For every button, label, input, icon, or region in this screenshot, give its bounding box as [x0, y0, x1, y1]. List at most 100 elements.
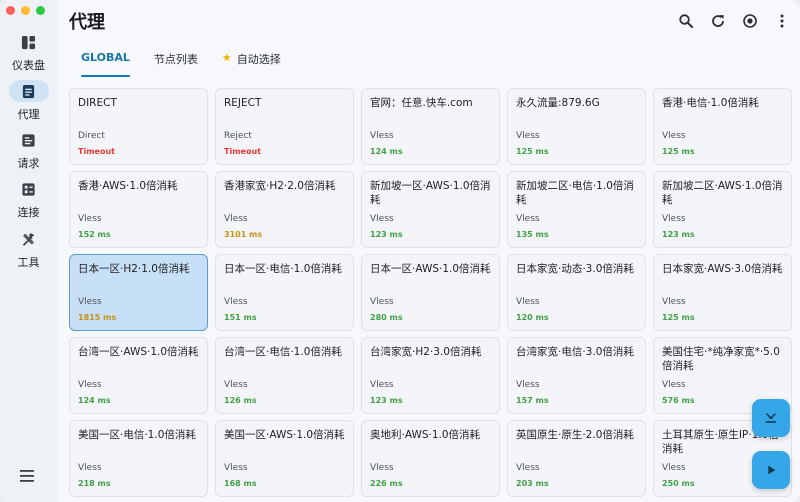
node-type: Vless	[516, 380, 540, 390]
sidebar: 仪表盘 代理 请求 连接 工具	[0, 0, 57, 502]
node-delay[interactable]: 157 ms	[516, 396, 549, 405]
more-button[interactable]	[771, 10, 792, 31]
sidebar-item-requests[interactable]: 请求	[0, 129, 57, 175]
node-delay[interactable]: 576 ms	[662, 396, 695, 405]
proxy-node-card[interactable]: 台湾一区·AWS·1.0倍消耗 Vless 124 ms	[69, 337, 208, 414]
node-type: Vless	[224, 214, 248, 224]
node-delay[interactable]: Timeout	[224, 147, 261, 156]
node-type: Vless	[516, 297, 540, 307]
proxy-node-card[interactable]: REJECT Reject Timeout	[215, 88, 354, 165]
proxy-node-card[interactable]: 新加坡二区·电信·1.0倍消耗 Vless 135 ms	[507, 171, 646, 248]
node-delay[interactable]: 152 ms	[78, 230, 111, 239]
node-delay[interactable]: 135 ms	[516, 230, 549, 239]
proxy-node-card[interactable]: 新加坡二区·AWS·1.0倍消耗 Vless 123 ms	[653, 171, 792, 248]
proxy-node-card[interactable]: 英国原生·原生·2.0倍消耗 Vless 203 ms	[507, 420, 646, 497]
locate-button[interactable]	[739, 10, 760, 31]
node-type: Vless	[78, 463, 102, 473]
start-button[interactable]	[752, 451, 790, 489]
play-icon	[768, 465, 776, 475]
node-name: 新加坡二区·AWS·1.0倍消耗	[662, 180, 783, 206]
node-delay[interactable]: 126 ms	[224, 396, 257, 405]
sidebar-item-label: 工具	[17, 256, 40, 269]
sidebar-item-proxy[interactable]: 代理	[0, 80, 57, 126]
sidebar-item-label: 请求	[17, 157, 40, 170]
node-delay[interactable]: 218 ms	[78, 479, 111, 488]
sidebar-item-dashboard[interactable]: 仪表盘	[0, 31, 57, 77]
collapse-button[interactable]	[752, 399, 790, 437]
proxy-node-card[interactable]: 永久流量:879.6G Vless 125 ms	[507, 88, 646, 165]
node-delay[interactable]: 123 ms	[662, 230, 695, 239]
menu-button[interactable]	[18, 468, 38, 484]
proxy-node-card[interactable]: 日本家宽·动态·3.0倍消耗 Vless 120 ms	[507, 254, 646, 331]
sidebar-item-label: 仪表盘	[12, 59, 45, 72]
node-type: Vless	[224, 463, 248, 473]
proxy-node-card[interactable]: 新加坡一区·AWS·1.0倍消耗 Vless 123 ms	[361, 171, 500, 248]
proxy-node-card[interactable]: 台湾家宽·H2·3.0倍消耗 Vless 123 ms	[361, 337, 500, 414]
tab-label: 自动选择	[236, 53, 281, 66]
node-delay[interactable]: 123 ms	[370, 230, 403, 239]
node-name: 日本一区·AWS·1.0倍消耗	[370, 263, 491, 275]
menu-icon	[20, 470, 34, 482]
proxy-node-card[interactable]: 美国一区·AWS·1.0倍消耗 Vless 168 ms	[215, 420, 354, 497]
node-delay[interactable]: 280 ms	[370, 313, 403, 322]
node-type: Vless	[662, 214, 686, 224]
sidebar-item-connections[interactable]: 连接	[0, 178, 57, 224]
proxy-node-card[interactable]: 奥地利·AWS·1.0倍消耗 Vless 226 ms	[361, 420, 500, 497]
node-delay[interactable]: 250 ms	[662, 479, 695, 488]
close-window-button[interactable]	[6, 6, 15, 15]
sidebar-item-tools[interactable]: 工具	[0, 228, 57, 274]
proxy-node-card[interactable]: 台湾家宽·电信·3.0倍消耗 Vless 157 ms	[507, 337, 646, 414]
node-type: Vless	[662, 297, 686, 307]
proxy-node-card[interactable]: 香港·AWS·1.0倍消耗 Vless 152 ms	[69, 171, 208, 248]
node-delay[interactable]: 125 ms	[662, 147, 695, 156]
proxy-node-card[interactable]: 日本一区·电信·1.0倍消耗 Vless 151 ms	[215, 254, 354, 331]
proxy-node-card[interactable]: 香港·电信·1.0倍消耗 Vless 125 ms	[653, 88, 792, 165]
proxy-node-card[interactable]: 日本家宽·AWS·3.0倍消耗 Vless 125 ms	[653, 254, 792, 331]
node-type: Vless	[662, 463, 686, 473]
refresh-button[interactable]	[707, 10, 728, 31]
proxy-node-card[interactable]: 美国一区·电信·1.0倍消耗 Vless 218 ms	[69, 420, 208, 497]
node-delay[interactable]: 151 ms	[224, 313, 257, 322]
minimize-window-button[interactable]	[21, 6, 30, 15]
node-delay[interactable]: 123 ms	[370, 396, 403, 405]
proxy-node-card[interactable]: 日本一区·AWS·1.0倍消耗 Vless 280 ms	[361, 254, 500, 331]
node-name: 官网：任意.快车.com	[370, 97, 473, 109]
proxy-node-card[interactable]: 香港家宽·H2·2.0倍消耗 Vless 3101 ms	[215, 171, 354, 248]
node-delay[interactable]: 168 ms	[224, 479, 257, 488]
node-delay[interactable]: 124 ms	[370, 147, 403, 156]
tab-node-list[interactable]: 节点列表	[142, 48, 210, 78]
node-type: Vless	[224, 380, 248, 390]
node-type: Direct	[78, 131, 105, 141]
node-delay[interactable]: 125 ms	[516, 147, 549, 156]
node-name: 日本家宽·动态·3.0倍消耗	[516, 263, 634, 275]
proxy-node-card[interactable]: 台湾一区·电信·1.0倍消耗 Vless 126 ms	[215, 337, 354, 414]
node-delay[interactable]: 226 ms	[370, 479, 403, 488]
node-delay[interactable]: 1815 ms	[78, 313, 116, 322]
node-type: Vless	[224, 297, 248, 307]
tab-label: GLOBAL	[81, 51, 130, 64]
refresh-icon	[711, 14, 724, 27]
tab-auto-select[interactable]: ★ 自动选择	[210, 48, 293, 78]
group-tabs: GLOBAL 节点列表 ★ 自动选择	[69, 48, 293, 78]
node-name: 台湾家宽·H2·3.0倍消耗	[370, 346, 482, 358]
node-name: 香港·电信·1.0倍消耗	[662, 97, 759, 109]
node-name: 日本家宽·AWS·3.0倍消耗	[662, 263, 783, 275]
node-delay[interactable]: 120 ms	[516, 313, 549, 322]
search-icon	[678, 13, 693, 28]
node-delay[interactable]: Timeout	[78, 147, 115, 156]
node-type: Vless	[516, 463, 540, 473]
search-button[interactable]	[675, 10, 696, 31]
proxy-node-card[interactable]: 官网：任意.快车.com Vless 124 ms	[361, 88, 500, 165]
node-name: 美国一区·电信·1.0倍消耗	[78, 429, 196, 441]
zoom-window-button[interactable]	[36, 6, 45, 15]
node-delay[interactable]: 125 ms	[662, 313, 695, 322]
node-delay[interactable]: 124 ms	[78, 396, 111, 405]
proxy-node-card[interactable]: 日本一区·H2·1.0倍消耗 Vless 1815 ms	[69, 254, 208, 331]
node-delay[interactable]: 3101 ms	[224, 230, 262, 239]
node-type: Vless	[662, 380, 686, 390]
collapse-icon	[765, 413, 777, 423]
tab-global[interactable]: GLOBAL	[69, 48, 142, 78]
proxy-node-grid: DIRECT Direct Timeout REJECT Reject Timeout 官网…	[69, 88, 792, 497]
node-delay[interactable]: 203 ms	[516, 479, 549, 488]
proxy-node-card[interactable]: DIRECT Direct Timeout	[69, 88, 208, 165]
